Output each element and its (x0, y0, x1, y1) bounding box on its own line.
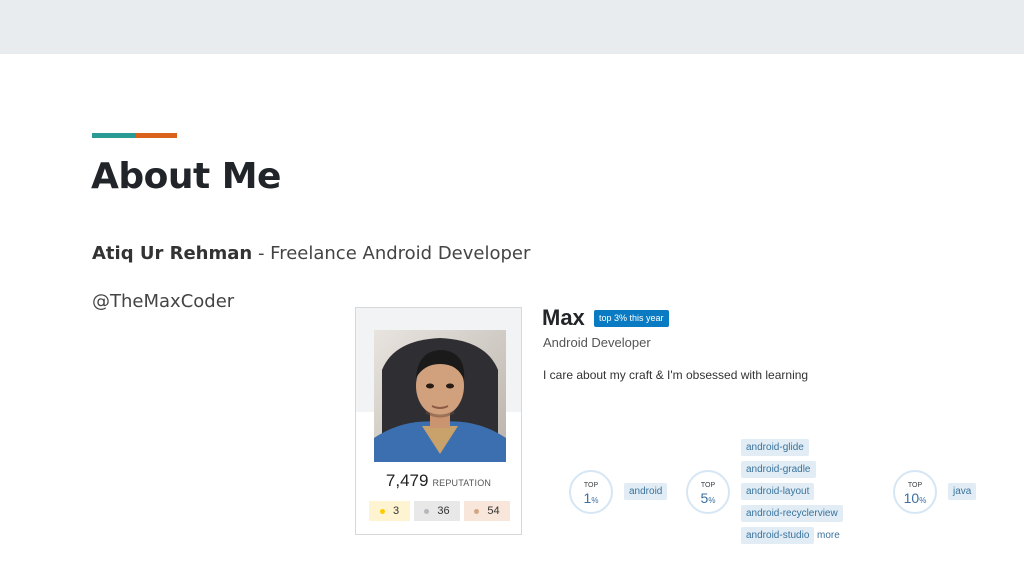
tag-android-recyclerview[interactable]: android-recyclerview (741, 505, 843, 522)
ring-top-label: TOP (700, 482, 716, 489)
silver-dot-icon (424, 508, 430, 514)
badge-counts: 3 36 54 (369, 501, 510, 521)
accent-bar-orange (136, 133, 177, 138)
reputation: 7,479 REPUTATION (356, 471, 521, 491)
author-name: Atiq Ur Rehman (92, 243, 253, 264)
profile-card: 7,479 REPUTATION 3 36 54 (355, 307, 522, 535)
bronze-badge[interactable]: 54 (464, 501, 510, 521)
ring-percent-unit: % (708, 496, 716, 505)
top-percent-badge: top 3% this year (594, 310, 669, 327)
bronze-dot-icon (474, 508, 480, 514)
gold-dot-icon (379, 508, 385, 514)
bronze-count: 54 (487, 505, 500, 517)
tag-android[interactable]: android (624, 483, 668, 500)
ring-percent: 10% (895, 490, 935, 509)
gold-count: 3 (392, 505, 400, 517)
ring-percent: 5% (688, 490, 728, 509)
slide-title: About Me (91, 156, 281, 197)
top-bar (0, 0, 1024, 54)
reputation-value: 7,479 (385, 471, 429, 490)
profile-title: Android Developer (543, 335, 651, 350)
tag-android-layout[interactable]: android-layout (741, 483, 815, 500)
tag-android-glide[interactable]: android-glide (741, 439, 809, 456)
more-tags-link[interactable]: more (817, 530, 840, 541)
display-name: Max (542, 305, 585, 330)
avatar[interactable] (374, 330, 506, 462)
silver-badge[interactable]: 36 (414, 501, 460, 521)
tag-java[interactable]: java (948, 483, 977, 500)
accent-bar-teal (92, 133, 136, 138)
ring-percent-unit: % (591, 496, 599, 505)
profile-bio: I care about my craft & I'm obsessed wit… (543, 368, 809, 382)
ring-top-label: TOP (907, 482, 923, 489)
ring-percent-unit: % (919, 496, 927, 505)
top-percent-ring: TOP 5% (686, 470, 730, 514)
top-percent-ring: TOP 10% (893, 470, 937, 514)
ring-percent-value: 10 (903, 490, 920, 506)
ring-top-label: TOP (583, 482, 599, 489)
reputation-label: REPUTATION (432, 478, 492, 488)
ring-percent: 1% (571, 490, 611, 509)
profile-photo-icon (374, 330, 506, 462)
gold-badge[interactable]: 3 (369, 501, 410, 521)
top-percent-ring: TOP 1% (569, 470, 613, 514)
author-role: Freelance Android Developer (270, 243, 531, 264)
intro-line: Atiq Ur Rehman - Freelance Android Devel… (92, 243, 530, 264)
separator: - (252, 243, 271, 264)
tag-android-gradle[interactable]: android-gradle (741, 461, 816, 478)
tag-android-studio[interactable]: android-studio (741, 527, 815, 544)
silver-count: 36 (437, 505, 450, 517)
author-handle: @TheMaxCoder (92, 291, 235, 312)
